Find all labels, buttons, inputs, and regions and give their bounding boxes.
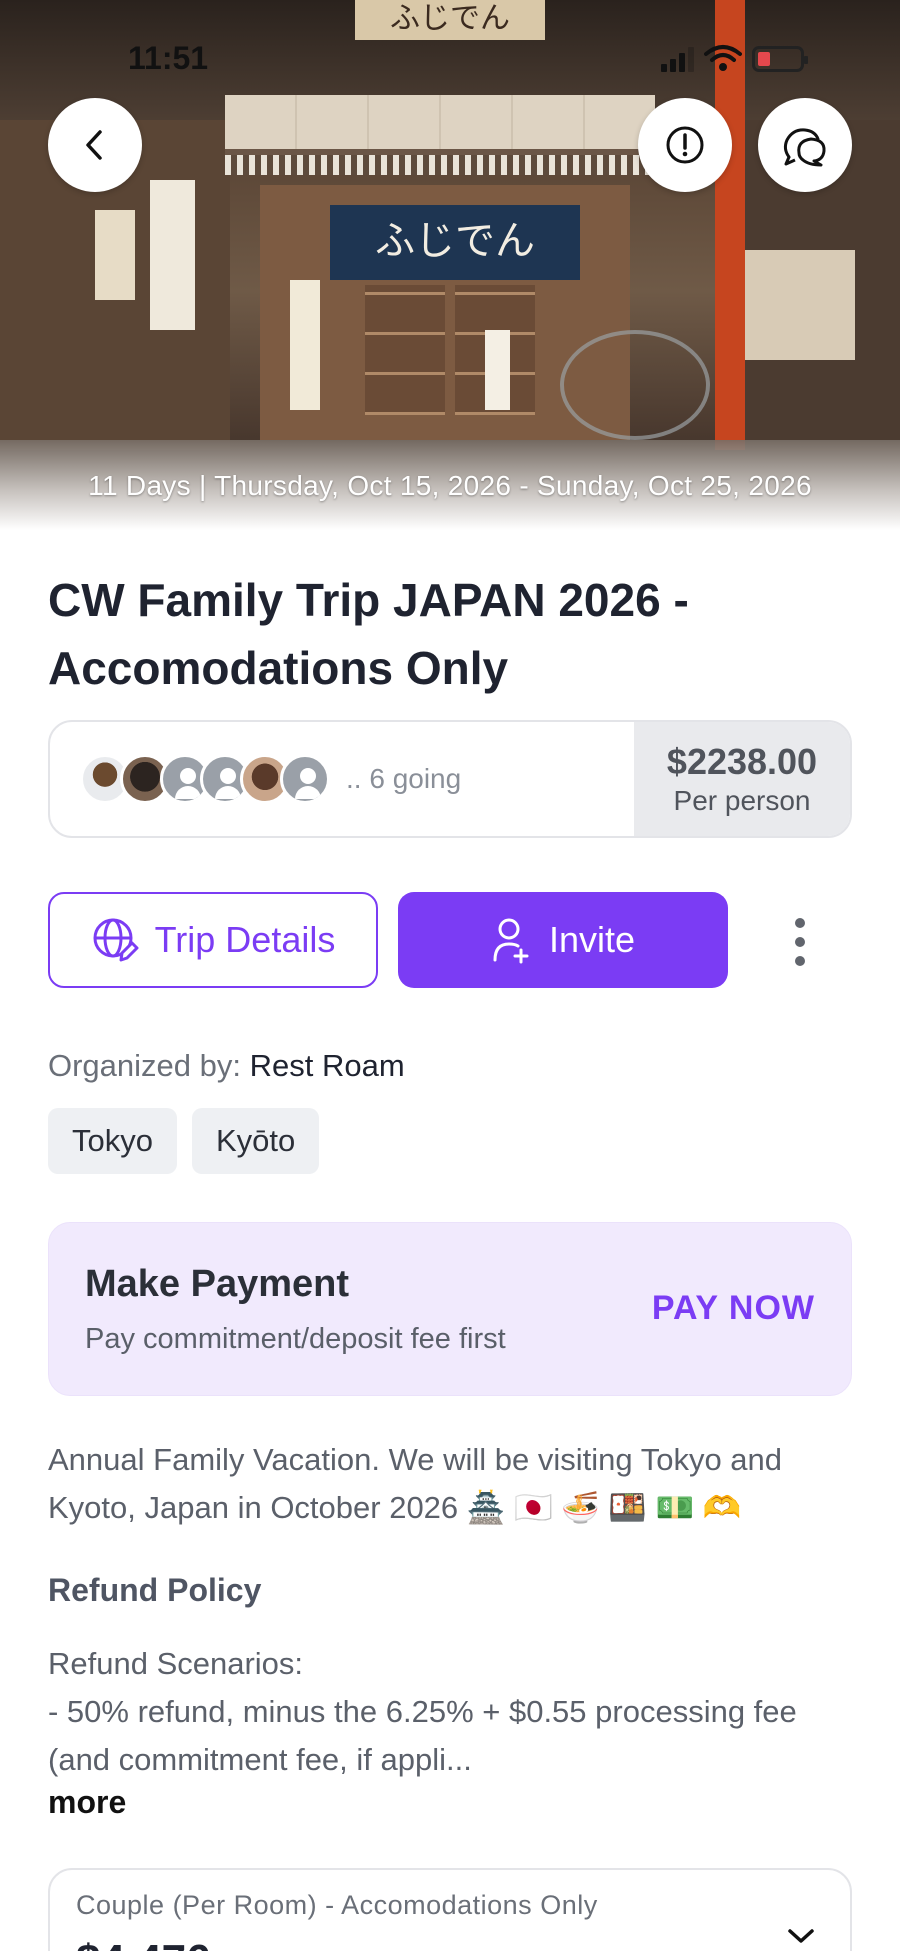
trip-description: Annual Family Vacation. We will be visit… [48,1442,783,1525]
payment-card[interactable]: Make Payment Pay commitment/deposit fee … [48,1222,852,1396]
hero-poster [95,210,135,300]
kebab-menu-icon [795,918,805,928]
hero-sign: ふじでん [355,0,545,40]
going-count: .. 6 going [346,763,462,794]
alert-icon [666,126,704,164]
avatar-stack [80,754,330,804]
invite-button[interactable]: Invite [398,892,728,988]
tag-kyoto[interactable]: Kyōto [191,1108,320,1174]
attendees-summary[interactable]: .. 6 going [50,722,634,836]
hero-poster [745,250,855,360]
more-options-button[interactable] [780,912,820,972]
refund-policy-text: Refund Scenarios: - 50% refund, minus th… [48,1646,797,1777]
battery-icon [752,46,808,72]
package-title: Couple (Per Room) - Accomodations Only [76,1890,598,1920]
hero-noren: ふじでん [330,205,580,280]
trip-details-button[interactable]: Trip Details [48,892,378,988]
invite-label: Invite [548,919,636,960]
kebab-menu-icon [795,956,805,966]
trip-title: CW Family Trip JAPAN 2026 - Accomodation… [48,574,689,694]
back-arrow-icon [86,130,102,160]
trip-details-label: Trip Details [154,919,336,960]
package-selector[interactable]: Couple (Per Room) - Accomodations Only $… [48,1868,852,1951]
price-unit: Per person [673,785,811,816]
hero-awning [225,95,655,155]
hero-poster [485,330,510,410]
refund-policy-heading: Refund Policy [48,1572,262,1608]
organizer-name[interactable]: Rest Roam [250,1048,405,1083]
organizer-line: Organized by: Rest Roam [48,1048,405,1084]
price-box: $2238.00 Per person [634,722,850,836]
hero-poster [290,280,320,410]
hero-bicycle [560,330,710,440]
back-button[interactable] [48,98,142,192]
hero-image: ふじでん ふじでん 11 Days | Thursday, Oct 15, 20… [0,0,900,530]
chat-icon [783,128,826,167]
refund-more-link[interactable]: more [48,1784,126,1821]
cellular-signal-icon [661,46,694,72]
hero-window [365,285,445,415]
status-time: 11:51 [128,40,209,76]
person-add-icon [493,918,529,964]
payment-subtitle: Pay commitment/deposit fee first [85,1323,506,1355]
organizer-label: Organized by: [48,1048,250,1083]
attendees-card[interactable]: .. 6 going $2238.00 Per person [48,720,852,838]
chevron-down-icon[interactable] [786,1926,816,1946]
globe-pen-icon [93,918,139,962]
pay-now-button[interactable]: PAY NOW [652,1289,815,1328]
payment-title: Make Payment [85,1263,350,1305]
hero-poster [150,180,195,330]
price-amount: $2238.00 [666,741,818,782]
avatar [280,754,330,804]
kebab-menu-icon [795,937,805,947]
destination-tags: Tokyo Kyōto [48,1108,320,1174]
hero-awning-stripe [225,155,655,175]
package-price: $4,476 [76,1936,211,1951]
trip-dates: 11 Days | Thursday, Oct 15, 2026 - Sunda… [88,470,812,501]
wifi-icon [704,45,742,71]
tag-tokyo[interactable]: Tokyo [48,1108,177,1174]
chat-button[interactable] [758,98,852,192]
status-icons [661,44,808,72]
report-button[interactable] [638,98,732,192]
